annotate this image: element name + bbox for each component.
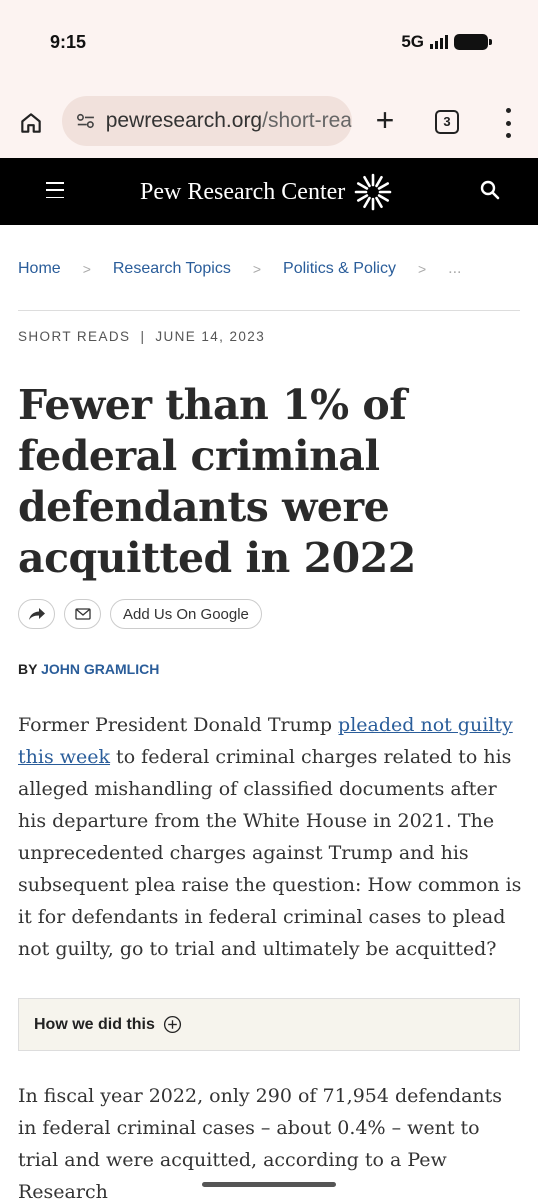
- url-domain: pewresearch.org: [105, 109, 263, 132]
- byline: BY JOHN GRAMLICH: [18, 661, 159, 677]
- share-button[interactable]: [18, 599, 55, 629]
- hamburger-icon[interactable]: [46, 182, 64, 198]
- logo-text: Pew Research Center: [140, 178, 346, 205]
- meta-separator: |: [140, 329, 146, 344]
- site-header: Pew Research Center: [0, 158, 538, 225]
- url-text: pewresearch.org/short-rea: [106, 109, 352, 133]
- breadcrumb-separator: >: [252, 261, 262, 277]
- plus-circle-icon: [163, 1015, 181, 1034]
- browser-toolbar: pewresearch.org/short-rea + 3: [0, 88, 538, 158]
- mail-icon: [74, 608, 91, 620]
- breadcrumb: Home > Research Topics > Politics & Poli…: [18, 260, 462, 278]
- tune-icon[interactable]: [76, 111, 96, 131]
- how-we-did-this-label: How we did this: [34, 1015, 155, 1033]
- more-vert-icon[interactable]: [500, 108, 516, 138]
- home-indicator[interactable]: [202, 1182, 336, 1187]
- status-indicators: 5G: [401, 32, 492, 52]
- article-title: Fewer than 1% of federal criminal defend…: [18, 381, 416, 582]
- battery-icon: [454, 34, 492, 50]
- breadcrumb-more[interactable]: ...: [448, 260, 461, 278]
- email-button[interactable]: [64, 599, 101, 629]
- share-icon: [28, 608, 45, 620]
- plus-icon[interactable]: +: [370, 104, 400, 138]
- tab-count-button[interactable]: 3: [435, 110, 459, 134]
- signal-icon: [430, 35, 448, 49]
- publish-date: JUNE 14, 2023: [155, 329, 266, 344]
- site-logo[interactable]: Pew Research Center: [140, 172, 393, 212]
- how-we-did-this-toggle[interactable]: How we did this: [18, 998, 520, 1051]
- breadcrumb-research-topics[interactable]: Research Topics: [113, 260, 231, 278]
- article-meta: SHORT READS | JUNE 14, 2023: [18, 329, 265, 344]
- breadcrumb-politics-policy[interactable]: Politics & Policy: [283, 260, 396, 278]
- byline-prefix: BY: [18, 661, 38, 677]
- url-path: /short-rea: [262, 109, 352, 132]
- status-time: 9:15: [50, 32, 87, 52]
- add-us-on-google-button[interactable]: Add Us On Google: [110, 599, 262, 629]
- logo-burst-icon: [354, 173, 392, 211]
- search-icon[interactable]: [478, 178, 502, 202]
- share-row: Add Us On Google: [18, 599, 262, 629]
- paragraph-text: to federal criminal charges related to h…: [18, 746, 522, 960]
- home-icon[interactable]: [14, 106, 48, 140]
- article-paragraph: Former President Donald Trump pleaded no…: [18, 709, 522, 965]
- address-bar[interactable]: pewresearch.org/short-rea: [62, 96, 352, 146]
- divider: [18, 310, 520, 311]
- author-link[interactable]: JOHN GRAMLICH: [41, 661, 159, 677]
- section-label[interactable]: SHORT READS: [18, 329, 130, 344]
- status-bar: 9:15 5G: [0, 0, 538, 88]
- paragraph-text: Former President Donald Trump: [18, 714, 339, 736]
- breadcrumb-home[interactable]: Home: [18, 260, 61, 278]
- breadcrumb-separator: >: [82, 261, 91, 277]
- network-type: 5G: [401, 32, 424, 51]
- breadcrumb-separator: >: [417, 261, 427, 277]
